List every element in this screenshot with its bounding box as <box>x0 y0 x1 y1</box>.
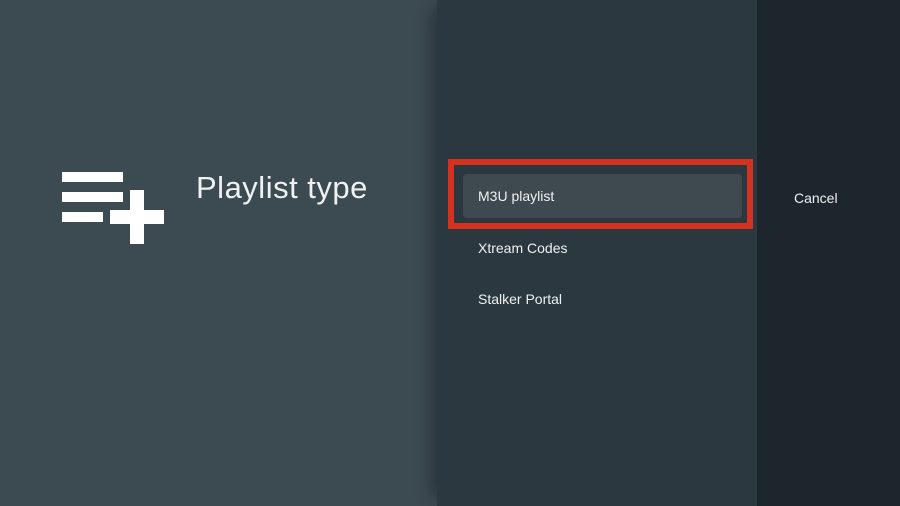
playlist-type-dialog-screen: Playlist type M3U playlist Xtream Codes … <box>0 0 900 506</box>
guidance-panel: Playlist type <box>0 0 437 506</box>
option-label: Xtream Codes <box>478 240 568 256</box>
option-xtream-codes[interactable]: Xtream Codes <box>437 223 757 273</box>
playlist-add-icon <box>62 172 164 244</box>
page-title: Playlist type <box>196 170 368 205</box>
option-label: Stalker Portal <box>478 291 563 307</box>
cancel-button-label: Cancel <box>794 190 838 206</box>
option-label: M3U playlist <box>478 188 555 204</box>
option-m3u-playlist[interactable]: M3U playlist <box>437 171 757 221</box>
option-stalker-portal[interactable]: Stalker Portal <box>437 274 757 324</box>
options-panel: M3U playlist Xtream Codes Stalker Portal <box>437 0 757 506</box>
actions-panel: Cancel <box>757 0 900 506</box>
cancel-button[interactable]: Cancel <box>794 176 838 220</box>
